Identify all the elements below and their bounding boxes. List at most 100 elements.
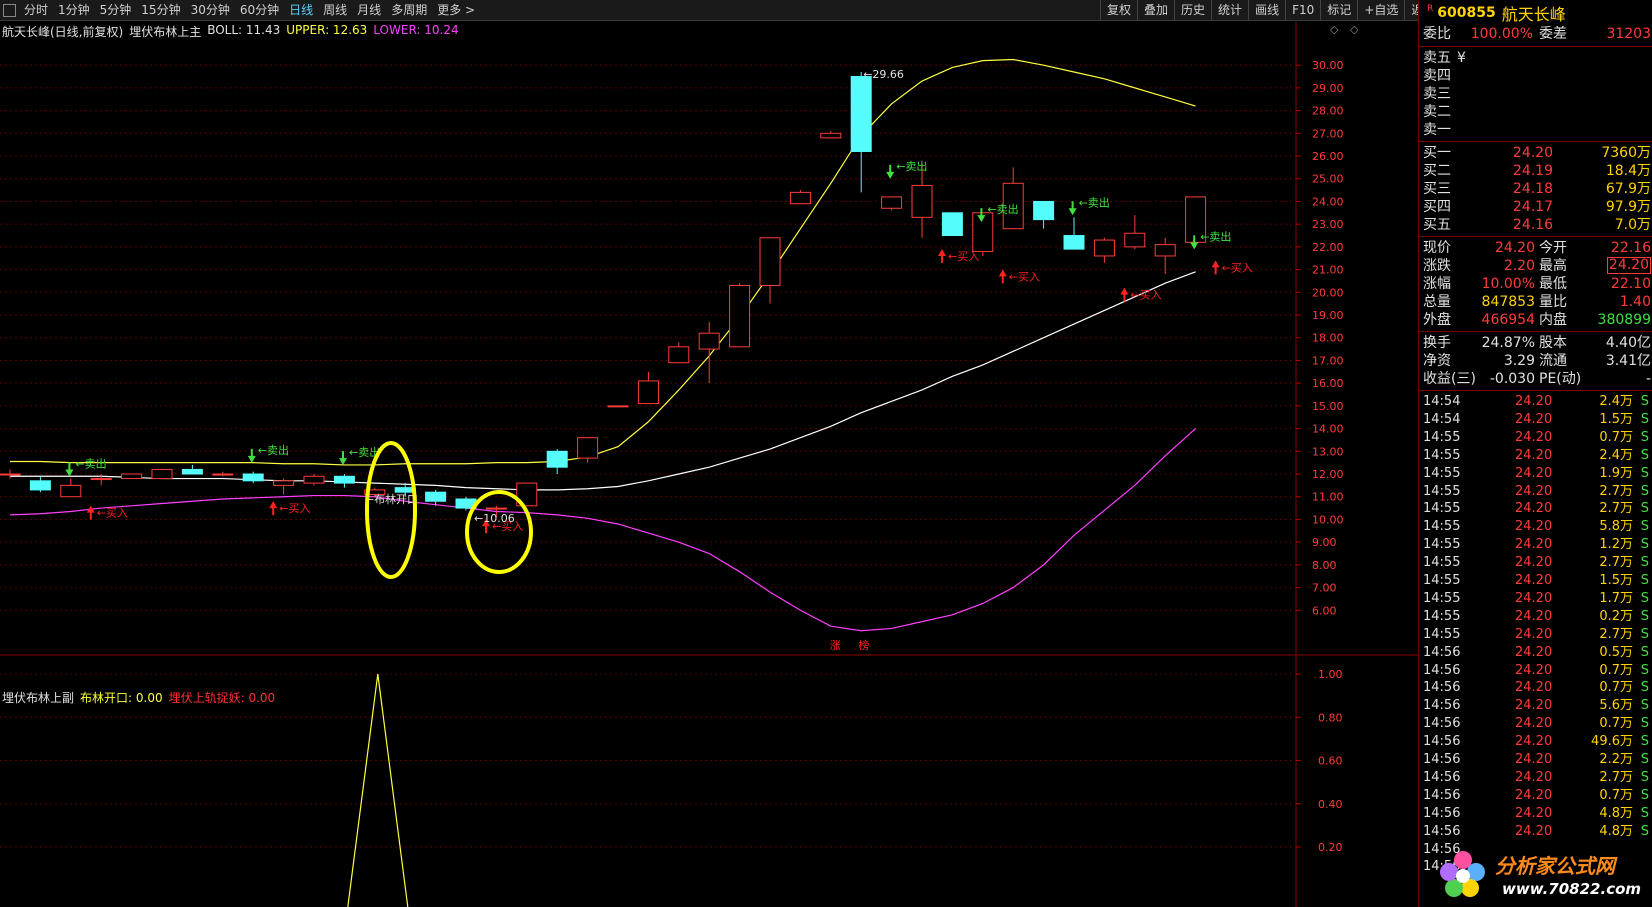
stock-name[interactable]: 航天长峰 <box>1502 1 1566 25</box>
toolbar-button-0[interactable]: 复权 <box>1100 0 1137 21</box>
tick-row: 14:56 24.20 4.8万 S <box>1419 823 1652 841</box>
tick-side: S <box>1640 573 1649 588</box>
candle-body[interactable] <box>1154 244 1176 257</box>
sub-axis-tick-label: 0.40 <box>1318 798 1343 811</box>
tick-volume: 2.7万 <box>1599 769 1633 785</box>
tick-volume: 2.2万 <box>1599 752 1633 767</box>
tick-price: 24.20 <box>1515 805 1553 821</box>
candle-body[interactable] <box>546 450 568 468</box>
tick-price: 24.20 <box>1515 626 1553 642</box>
toolbar-button-1[interactable]: 叠加 <box>1137 0 1174 21</box>
candle-body[interactable] <box>121 473 143 480</box>
candle-body[interactable] <box>881 196 903 209</box>
candle-body[interactable] <box>1093 239 1115 257</box>
candle-body[interactable] <box>485 507 507 510</box>
main-legend: 航天长峰(日线,前复权) 埋伏布林上主 BOLL: 11.43 UPPER: 1… <box>2 23 459 40</box>
period-tab-7[interactable]: 周线 <box>318 0 352 21</box>
period-tab-10[interactable]: 更多 > <box>432 0 480 21</box>
buy-arrow-icon <box>998 269 1007 284</box>
tick-time: 14:55 <box>1423 447 1461 463</box>
toolbar-button-2[interactable]: 历史 <box>1174 0 1211 21</box>
bid-volume: 7360万 <box>1601 145 1651 161</box>
period-tab-9[interactable]: 多周期 <box>386 0 432 21</box>
period-tab-6[interactable]: 日线 <box>284 0 318 21</box>
candle-body[interactable] <box>1124 232 1146 248</box>
chart-corner-icons[interactable]: ◇ ◇ <box>1330 23 1362 36</box>
tick-price: 24.20 <box>1515 662 1553 678</box>
buy-signal-label: ←买入 <box>1130 289 1161 302</box>
tick-side: S <box>1640 823 1649 839</box>
candle-body[interactable] <box>1063 235 1085 250</box>
candle-body[interactable] <box>425 491 447 502</box>
ask-label: 卖四 <box>1423 68 1451 84</box>
toolbar-button-6[interactable]: 标记 <box>1320 0 1357 21</box>
candle-body[interactable] <box>273 480 295 486</box>
indicator-name[interactable]: 埋伏布林上主 <box>129 23 201 40</box>
candle-body[interactable] <box>0 473 21 476</box>
candle-body[interactable] <box>729 284 751 348</box>
candle-body[interactable] <box>759 237 781 286</box>
tick-price: 24.20 <box>1515 501 1553 517</box>
candle-body[interactable] <box>303 475 325 484</box>
candle-body[interactable] <box>911 185 933 218</box>
axis-tick-label: 10.00 <box>1312 513 1344 526</box>
bid-volume: 67.9万 <box>1605 181 1651 197</box>
candle-body[interactable] <box>607 405 629 408</box>
axis-tick-label: 26.00 <box>1312 150 1344 163</box>
period-tab-5[interactable]: 60分钟 <box>235 0 284 21</box>
candle-body[interactable] <box>151 468 173 480</box>
tick-volume: 0.7万 <box>1599 662 1633 678</box>
tick-price: 24.20 <box>1515 537 1553 553</box>
tick-price: 24.20 <box>1515 483 1553 499</box>
menu-square-icon[interactable] <box>3 4 16 17</box>
period-tab-4[interactable]: 30分钟 <box>186 0 235 21</box>
axis-tick-label: 29.00 <box>1312 82 1344 95</box>
quote-panel: 委比 100.00% 委差 31203 卖五 ¥ 卖四 卖三 卖二 卖一 买一 24.20 7360万买… <box>1418 25 1652 907</box>
kline-chart[interactable]: 30.00 29.00 28.00 27.00 26.00 25.00 24.00 23.00… <box>0 22 1418 907</box>
tick-volume: 1.5万 <box>1599 573 1633 588</box>
axis-tick-label: 6.00 <box>1312 604 1337 617</box>
sub-indicator-name[interactable]: 埋伏布林上副 <box>2 689 74 706</box>
tick-price: 24.20 <box>1515 680 1553 696</box>
candle-body[interactable] <box>333 475 355 484</box>
tick-row: 14:54 24.20 1.5万 S <box>1419 411 1652 429</box>
candle-body[interactable] <box>181 468 203 475</box>
tick-side: S <box>1640 716 1649 732</box>
period-tab-8[interactable]: 月线 <box>352 0 386 21</box>
candle-body[interactable] <box>668 346 690 364</box>
candle-body[interactable] <box>820 132 842 139</box>
candle-body[interactable] <box>29 480 51 491</box>
tick-volume: 2.4万 <box>1599 394 1633 409</box>
tick-side: S <box>1640 662 1649 678</box>
stat-value: 847853 <box>1481 294 1535 310</box>
tick-time: 14:55 <box>1423 429 1461 445</box>
candle-body[interactable] <box>242 473 264 482</box>
period-tab-0[interactable]: 分时 <box>19 0 53 21</box>
period-tab-2[interactable]: 5分钟 <box>95 0 137 21</box>
candle-body[interactable] <box>1033 200 1055 221</box>
chart-canvas[interactable]: 30.00 29.00 28.00 27.00 26.00 25.00 24.00 23.00… <box>0 22 1418 907</box>
sell-signal-label: ←卖出 <box>987 202 1018 216</box>
candle-body[interactable] <box>90 478 112 481</box>
toolbar-button-5[interactable]: F10 <box>1285 0 1320 21</box>
period-tab-1[interactable]: 1分钟 <box>53 0 95 21</box>
tick-row: 14:55 24.20 1.5万 S <box>1419 572 1652 590</box>
toolbar-button-4[interactable]: 画线 <box>1248 0 1285 21</box>
candle-body[interactable] <box>637 380 659 405</box>
stock-code[interactable]: 600855 <box>1437 5 1495 21</box>
sell-signal-label: ←卖出 <box>896 159 927 173</box>
candle-body[interactable] <box>789 191 811 205</box>
candle-body[interactable] <box>850 76 872 152</box>
tick-side: S <box>1640 680 1649 696</box>
tick-row: 14:56 24.20 0.7万 S <box>1419 715 1652 733</box>
toolbar-button-3[interactable]: 统计 <box>1211 0 1248 21</box>
candle-body[interactable] <box>941 212 963 237</box>
period-tab-3[interactable]: 15分钟 <box>136 0 185 21</box>
candle-body[interactable] <box>698 332 720 350</box>
sell-signal-label: ←卖出 <box>75 456 106 470</box>
candle-body[interactable] <box>212 473 234 476</box>
candle-body[interactable] <box>577 437 599 459</box>
candle-body[interactable] <box>60 484 82 498</box>
toolbar-button-7[interactable]: +自选 <box>1357 0 1404 21</box>
stat-label: 总量 <box>1423 294 1451 310</box>
